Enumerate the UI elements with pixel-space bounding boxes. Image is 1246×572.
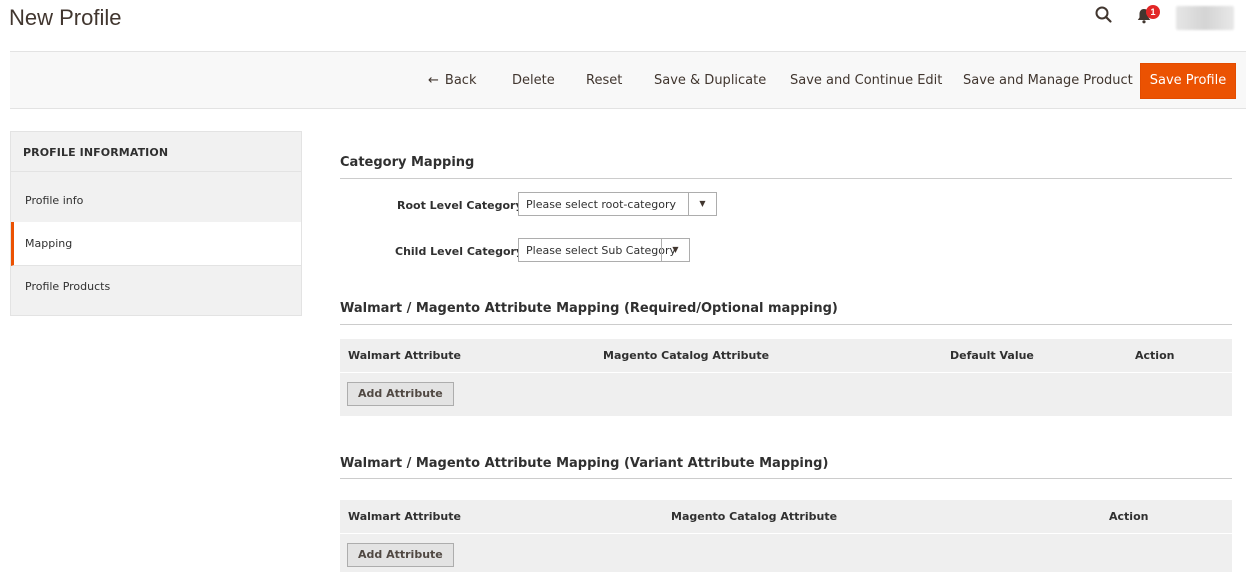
notifications-button[interactable]: 1 (1136, 5, 1162, 27)
variant-mapping-title: Walmart / Magento Attribute Mapping (Var… (340, 456, 829, 471)
save-manage-product-button[interactable]: Save and Manage Product (963, 73, 1133, 88)
arrow-left-icon: ← (428, 73, 439, 88)
section-divider (340, 324, 1232, 325)
sidebar-title: PROFILE INFORMATION (11, 132, 301, 172)
column-header: Action (1109, 510, 1149, 523)
child-category-label: Child Level Category* (395, 245, 537, 258)
column-header: Action (1135, 349, 1175, 362)
user-account-menu[interactable] (1176, 6, 1234, 30)
attribute-mapping-grid: Walmart Attribute Magento Catalog Attrib… (340, 339, 1232, 416)
root-category-label-text: Root Level Category (397, 199, 523, 212)
section-divider (340, 478, 1232, 479)
delete-button[interactable]: Delete (512, 73, 555, 88)
add-attribute-button[interactable]: Add Attribute (347, 543, 454, 567)
sidebar-item-mapping[interactable]: Mapping (11, 222, 301, 266)
child-category-select[interactable]: Please select Sub Category ▼ (518, 238, 690, 262)
save-continue-button[interactable]: Save and Continue Edit (790, 73, 942, 88)
section-divider (340, 178, 1232, 179)
variant-mapping-grid: Walmart Attribute Magento Catalog Attrib… (340, 500, 1232, 572)
column-header: Magento Catalog Attribute (603, 349, 770, 362)
notification-badge: 1 (1146, 5, 1160, 19)
column-header: Magento Catalog Attribute (671, 510, 838, 523)
column-header: Default Value (950, 349, 1034, 362)
grid-header: Walmart Attribute Magento Catalog Attrib… (340, 500, 1232, 534)
column-header: Walmart Attribute (348, 510, 461, 523)
chevron-down-icon: ▼ (661, 239, 689, 261)
page-actions-toolbar: ← Back Delete Reset Save & Duplicate Save… (10, 51, 1246, 109)
profile-tabs-sidebar: PROFILE INFORMATION Profile info Mapping… (10, 131, 302, 316)
root-category-label: Root Level Category* (397, 199, 536, 212)
add-attribute-button[interactable]: Add Attribute (347, 382, 454, 406)
sidebar-item-profile-info[interactable]: Profile info (11, 179, 301, 223)
sidebar-item-profile-products[interactable]: Profile Products (11, 265, 301, 309)
reset-button[interactable]: Reset (586, 73, 622, 88)
page-title: New Profile (9, 5, 122, 30)
chevron-down-icon: ▼ (688, 193, 716, 215)
search-icon[interactable] (1094, 5, 1114, 25)
back-button-label: Back (444, 73, 477, 88)
category-mapping-title: Category Mapping (340, 155, 475, 170)
column-header: Walmart Attribute (348, 349, 461, 362)
child-category-label-text: Child Level Category (395, 245, 524, 258)
child-category-value: Please select Sub Category (526, 244, 677, 257)
root-category-select[interactable]: Please select root-category ▼ (518, 192, 717, 216)
save-duplicate-button[interactable]: Save & Duplicate (654, 73, 766, 88)
grid-header: Walmart Attribute Magento Catalog Attrib… (340, 339, 1232, 373)
attribute-mapping-title: Walmart / Magento Attribute Mapping (Req… (340, 301, 838, 316)
back-button[interactable]: ← Back (428, 73, 476, 88)
root-category-value: Please select root-category (526, 198, 677, 211)
save-profile-button[interactable]: Save Profile (1140, 63, 1236, 99)
